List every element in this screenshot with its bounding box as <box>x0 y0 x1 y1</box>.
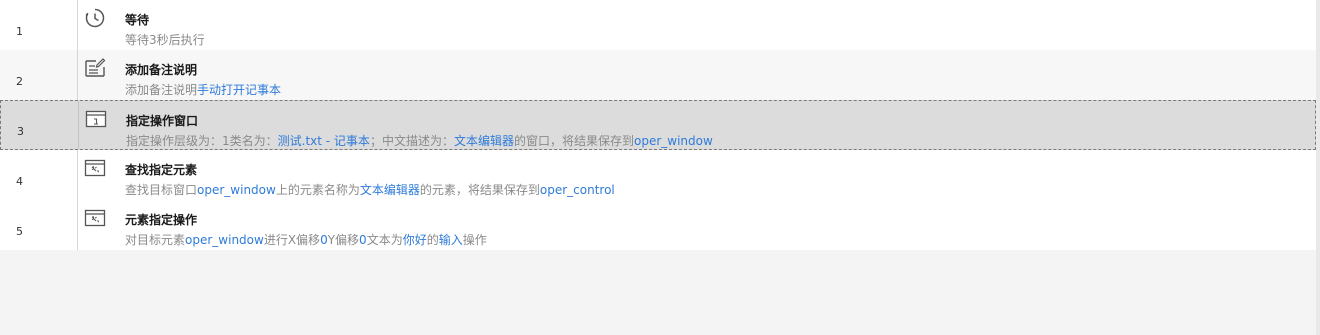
desc-highlight: 你好 <box>402 233 427 247</box>
step-description: 查找目标窗口oper_window上的元素名称为文本编辑器的元素，将结果保存到o… <box>125 181 615 198</box>
desc-highlight: 测试.txt - 记事本 <box>277 134 370 148</box>
clock-icon <box>83 6 107 30</box>
step-title: 元素指定操作 <box>125 213 198 227</box>
step-description: 添加备注说明手动打开记事本 <box>125 81 281 98</box>
desc-text: 文本为 <box>366 233 403 247</box>
desc-highlight: oper_window <box>197 183 276 197</box>
desc-highlight: oper_window <box>185 233 264 247</box>
desc-text: 等待3秒后执行 <box>125 33 205 47</box>
window-icon <box>84 107 108 131</box>
desc-text: 指定操作层级为：1类名为： <box>126 134 278 148</box>
step-title: 等待 <box>125 13 150 27</box>
find-element-icon <box>83 156 107 180</box>
step-description: 指定操作层级为：1类名为：测试.txt - 记事本；中文描述为：文本编辑器的窗口… <box>126 132 713 149</box>
desc-highlight: 文本编辑器 <box>453 134 514 148</box>
desc-text: 进行X偏移 <box>263 233 321 247</box>
desc-text: 添加备注说明 <box>125 83 198 97</box>
step-row-5[interactable]: 5 元素指定操作 对目标元素oper_window进行X偏移0Y偏移0文本为你好… <box>0 200 1316 250</box>
desc-highlight: 文本编辑器 <box>359 183 420 197</box>
desc-highlight: 0 <box>320 233 328 247</box>
step-row-3[interactable]: 3 指定操作窗口 指定操作层级为：1类名为：测试.txt - 记事本；中文描述为… <box>0 100 1316 150</box>
list-scroll-edge <box>1316 0 1320 335</box>
desc-text: 查找目标窗口 <box>125 183 198 197</box>
desc-text: 的元素，将结果保存到 <box>419 183 540 197</box>
desc-highlight: 0 <box>359 233 367 247</box>
desc-text: 上的元素名称为 <box>275 183 360 197</box>
desc-text: 的 <box>426 233 439 247</box>
step-number: 3 <box>1 101 79 149</box>
workflow-step-list: 1 等待 等待3秒后执行 2 添加备注说明 添加备注说明手动打开记事本 3 指定… <box>0 0 1316 250</box>
step-number: 4 <box>0 150 78 200</box>
step-description: 对目标元素oper_window进行X偏移0Y偏移0文本为你好的输入操作 <box>125 231 487 248</box>
step-title: 指定操作窗口 <box>126 114 199 128</box>
step-row-2[interactable]: 2 添加备注说明 添加备注说明手动打开记事本 <box>0 50 1316 100</box>
step-row-1[interactable]: 1 等待 等待3秒后执行 <box>0 0 1316 50</box>
desc-text: ；中文描述为： <box>369 134 454 148</box>
element-action-icon <box>83 206 107 230</box>
desc-text: 操作 <box>462 233 487 247</box>
note-icon <box>83 56 107 80</box>
desc-highlight: oper_window <box>633 134 713 148</box>
desc-text: 对目标元素 <box>125 233 186 247</box>
step-number: 5 <box>0 200 78 250</box>
step-number: 2 <box>0 50 78 100</box>
step-title: 查找指定元素 <box>125 163 198 177</box>
desc-highlight: oper_control <box>539 183 615 197</box>
step-description: 等待3秒后执行 <box>125 31 205 48</box>
desc-text: 的窗口，将结果保存到 <box>513 134 634 148</box>
desc-highlight: 输入 <box>438 233 463 247</box>
step-row-4[interactable]: 4 查找指定元素 查找目标窗口oper_window上的元素名称为文本编辑器的元… <box>0 150 1316 200</box>
desc-highlight: 手动打开记事本 <box>197 83 282 97</box>
step-number: 1 <box>0 0 78 50</box>
desc-text: Y偏移 <box>327 233 360 247</box>
step-title: 添加备注说明 <box>125 63 198 77</box>
